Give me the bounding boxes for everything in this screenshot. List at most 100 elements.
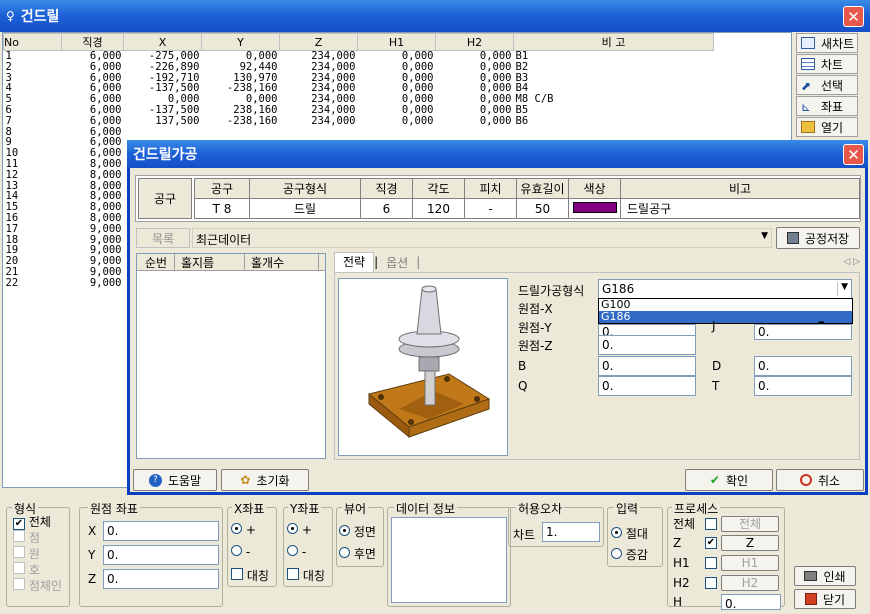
yaxis-sym-checkbox[interactable]: 대칭 [287,567,325,584]
viewer-back-radio[interactable]: 후면 [339,545,376,562]
ok-button[interactable]: ✔ 확인 [685,469,773,491]
tool-col-header: 유효길이 [516,178,569,199]
radio-off-icon [339,547,350,558]
grid-cell: -226,890 [148,60,200,73]
process-all-row[interactable]: 전체 전체 [673,515,781,533]
window-close-button[interactable]: ✕ [843,6,864,27]
select-icon: ⬈ [801,79,812,93]
tolerance-input[interactable]: 1. [542,522,600,542]
radio-off-icon [287,545,298,556]
shape-arc-label: 호 [28,563,40,577]
process-h-label: H [673,595,683,609]
dropdown-option-g186[interactable]: G186 [599,311,852,323]
process-h1-button-label: H1 [741,556,759,570]
viewer-group-title: 뷰어 [342,500,369,517]
grid-cell: 2 [5,60,12,73]
grid-cell: B3 [515,71,529,84]
new-chart-button[interactable]: 새차트 [796,33,858,53]
grid-col-header[interactable]: 직경 [61,33,124,51]
dropdown-option-g100[interactable]: G100 [599,299,852,311]
hole-list[interactable]: 순번 홀지름 홀개수 [136,253,326,459]
print-button[interactable]: 인쇄 [794,566,856,586]
origin-x-input[interactable]: 0. [103,521,219,541]
grid-row[interactable]: 2 6,000 -226,890 92,440 234,000 0,000 0,000 B2 [4,60,714,73]
drill-type-dropdown[interactable]: G100 G186 [598,298,853,324]
shape-all-checkbox[interactable]: ✔ 전체 [13,515,62,530]
j-input[interactable]: 0. [754,324,852,340]
dialog-close-button[interactable]: ✕ [843,144,864,165]
xaxis-sym-checkbox[interactable]: 대칭 [231,567,269,584]
b-input[interactable]: 0. [598,356,696,376]
origin-x-label: 원점-X [518,302,553,316]
print-label: 인쇄 [823,569,846,584]
origin-z-input[interactable]: 0. [598,335,696,355]
new-chart-label: 새차트 [821,36,855,51]
origin-y-input[interactable]: 0. [103,545,219,565]
grid-col-header[interactable]: H1 [357,33,436,51]
origin-x-label: X [88,524,97,538]
chart-button[interactable]: 차트 [796,54,858,74]
process-h-row: H 0. [673,593,781,611]
cancel-button[interactable]: 취소 [776,469,864,491]
grid-col-header[interactable]: No [3,33,62,51]
origin-z-input[interactable]: 0. [103,569,219,589]
xaxis-minus-radio[interactable]: - [231,545,250,559]
save-process-button[interactable]: 공정저장 [776,227,860,249]
grid-cell [202,127,280,138]
dialog-titlebar: 건드릴가공 ✕ [127,140,868,168]
grid-col-header[interactable]: 비 고 [513,33,714,51]
yaxis-minus-radio[interactable]: - [287,545,306,559]
process-h2-row[interactable]: H2 H2 [673,573,781,593]
tool-row-label: 공구 [138,178,192,219]
tool-length: 50 [516,198,569,219]
grid-row[interactable]: 7 6,000 137,500 -238,160 234,000 0,000 0,000 B6 [4,114,714,127]
xaxis-plus-radio[interactable]: + [231,523,256,537]
list-combo[interactable]: 최근데이터 ▼ [192,228,772,248]
tab-option[interactable]: 옵션 [378,254,416,271]
origin-y-label: Y [88,548,96,562]
tool-col-header: 공구형식 [249,178,361,199]
grid-cell: 0,000 [479,114,512,127]
drill-type-select[interactable]: G186 ▼ [598,279,852,299]
grid-col-header[interactable]: H2 [435,33,514,51]
grid-cell: 1 [5,50,12,62]
xaxis-group-title: X좌표 [232,500,267,517]
grid-col-header[interactable]: X [123,33,202,51]
select-label: 선택 [821,78,844,93]
ok-label: 확인 [725,473,749,488]
d-input[interactable]: 0. [754,356,852,376]
list-label: 목록 [136,228,190,248]
process-z-row[interactable]: Z ✔ Z [673,533,781,553]
tool-color-cell[interactable] [568,198,621,219]
coordinate-button[interactable]: ⊾ 좌표 [796,96,858,116]
q-input[interactable]: 0. [598,376,696,396]
grid-cell: 5 [5,93,12,106]
input-abs-radio[interactable]: 절대 [611,525,648,542]
process-h1-row[interactable]: H1 H1 [673,553,781,573]
yaxis-plus-radio[interactable]: + [287,523,312,537]
process-z-button[interactable]: Z [721,535,779,551]
reset-button[interactable]: ✿ 초기화 [221,469,309,491]
open-button[interactable]: 열기 [796,117,858,137]
tab-scroll-arrows-icon[interactable]: ◁ ▷ [843,257,860,267]
process-h-input[interactable]: 0. [721,594,781,611]
grid-col-header[interactable]: Z [279,33,358,51]
process-h2-button-label: H2 [741,576,759,590]
help-icon: ? [148,473,162,487]
grid-col-header[interactable]: Y [201,33,280,51]
tool-table[interactable]: 공구 공구형식 직경 각도 피치 유효길이 색상 비고 T 8 드릴 6 120… [194,178,860,219]
tool-col-header: 비고 [620,178,860,199]
tool-value-row[interactable]: T 8 드릴 6 120 - 50 드릴공구 [194,198,860,219]
close-button[interactable]: 닫기 [794,589,856,609]
checkbox-empty-icon [705,577,717,589]
tab-strategy[interactable]: 전략 [334,252,375,272]
input-inc-radio[interactable]: 증감 [611,546,648,563]
grid-cell: B2 [515,60,529,73]
chevron-down-icon: ▼ [761,231,768,241]
shape-point-checkbox: 점 [13,530,62,546]
help-button[interactable]: ? 도움말 [133,469,217,491]
datainfo-textbox[interactable] [391,517,507,603]
select-button[interactable]: ⬈ 선택 [796,75,858,95]
viewer-front-radio[interactable]: 정면 [339,523,376,540]
t-input[interactable]: 0. [754,376,852,396]
